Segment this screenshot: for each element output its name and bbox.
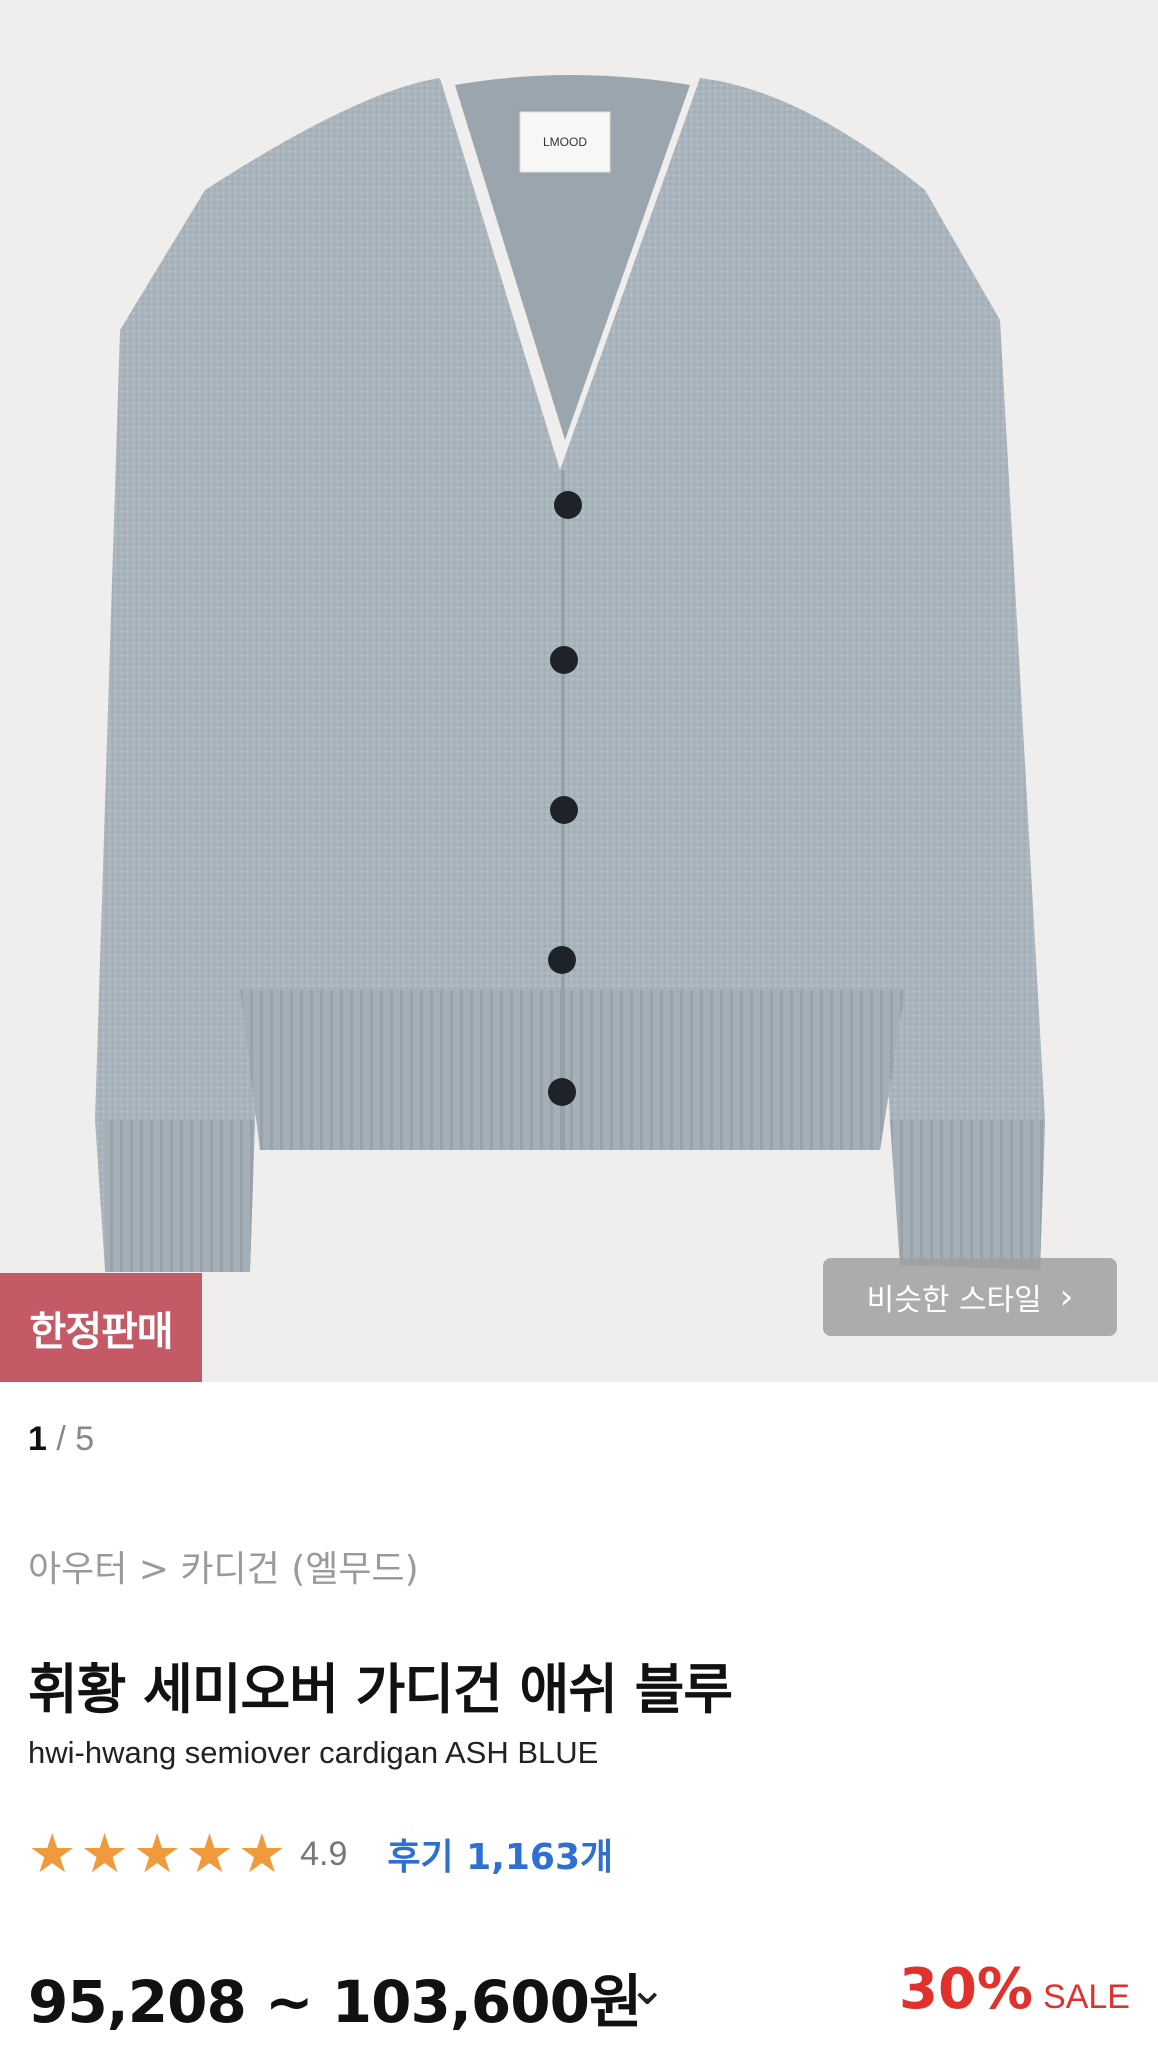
- price-range[interactable]: 95,208 ~ 103,600원: [28, 1955, 642, 2039]
- similar-style-button[interactable]: 비슷한 스타일 ›: [823, 1258, 1117, 1336]
- cardigan-image: LMOOD: [95, 75, 1045, 1272]
- star-icon: ★: [185, 1824, 234, 1884]
- price-row: 95,208 ~ 103,600원 ⌄ 30% SALE: [28, 1955, 1130, 2036]
- chevron-right-icon: ›: [1059, 1277, 1074, 1317]
- rating-score: 4.9: [300, 1834, 348, 1873]
- star-rating: ★ ★ ★ ★ ★: [28, 1827, 286, 1881]
- product-image-area[interactable]: LMOOD 한정판매 비슷한 스타일 ›: [0, 0, 1158, 1382]
- star-icon: ★: [132, 1824, 182, 1884]
- brand-tag-text: LMOOD: [543, 135, 587, 149]
- similar-style-label: 비슷한 스타일: [866, 1283, 1042, 1318]
- image-pager: 1 / 5: [28, 1420, 94, 1459]
- product-title: 휘황 세미오버 가디건 애쉬 블루: [28, 1658, 733, 1721]
- product-subtitle: hwi-hwang semiover cardigan ASH BLUE: [28, 1735, 599, 1770]
- discount-badge: 30% SALE: [899, 1957, 1130, 2022]
- sale-label: SALE: [1043, 1978, 1130, 2016]
- rating-row: ★ ★ ★ ★ ★ 4.9 후기 1,163개: [28, 1826, 613, 1882]
- star-icon: ★: [80, 1824, 129, 1884]
- reviews-link[interactable]: 후기 1,163개: [387, 1828, 613, 1880]
- pager-total: 5: [75, 1420, 95, 1458]
- discount-percent: 30%: [899, 1957, 1034, 2022]
- breadcrumb[interactable]: 아우터 > 카디건 (엘무드): [28, 1540, 419, 1592]
- star-icon: ★: [28, 1824, 77, 1884]
- pager-current: 1: [28, 1420, 47, 1458]
- pager-separator: /: [46, 1420, 76, 1458]
- limited-sale-badge: 한정판매: [0, 1273, 202, 1382]
- star-icon: ★: [237, 1824, 287, 1884]
- chevron-down-icon[interactable]: ⌄: [628, 1961, 667, 2015]
